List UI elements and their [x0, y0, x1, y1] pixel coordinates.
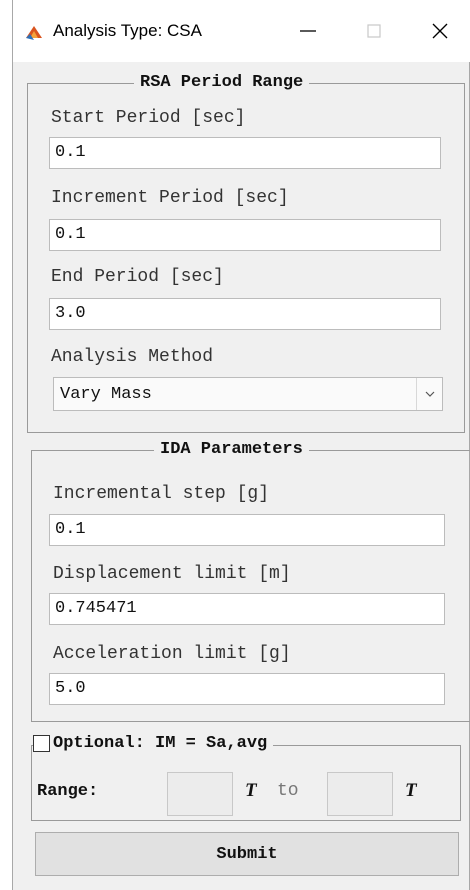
end-period-input[interactable]: 3.0: [49, 298, 441, 330]
matlab-logo-icon: [26, 26, 42, 40]
range-label: Range:: [37, 782, 99, 801]
minimize-button[interactable]: [285, 8, 331, 54]
t-symbol-start: T: [245, 780, 257, 801]
analysis-method-select[interactable]: Vary Mass: [53, 377, 443, 411]
acceleration-limit-input[interactable]: 5.0: [49, 673, 445, 705]
increment-period-label: Increment Period [sec]: [51, 188, 289, 208]
incremental-step-label: Incremental step [g]: [53, 484, 270, 504]
close-icon: [432, 23, 448, 39]
start-period-label: Start Period [sec]: [51, 108, 246, 128]
optional-im-header: Optional: IM = Sa,avg: [33, 734, 274, 753]
chevron-down-icon: [425, 391, 434, 397]
ida-group-title: IDA Parameters: [154, 440, 309, 460]
dropdown-arrow-button[interactable]: [416, 378, 442, 410]
optional-im-title: Optional: IM = Sa,avg: [53, 734, 268, 753]
range-end-input[interactable]: [327, 772, 393, 816]
end-period-label: End Period [sec]: [51, 267, 224, 287]
minimize-icon: [300, 30, 316, 32]
close-button[interactable]: [417, 8, 463, 54]
maximize-icon: [367, 24, 381, 38]
window-title: Analysis Type: CSA: [53, 21, 202, 40]
optional-im-checkbox[interactable]: [33, 735, 50, 752]
to-label: to: [277, 781, 299, 801]
start-period-input[interactable]: 0.1: [49, 137, 441, 169]
t-symbol-end: T: [405, 780, 417, 801]
dialog-window: Analysis Type: CSA RSA Period Range Star…: [12, 0, 470, 890]
submit-button[interactable]: Submit: [35, 832, 459, 876]
title-bar: Analysis Type: CSA: [13, 0, 470, 62]
incremental-step-input[interactable]: 0.1: [49, 514, 445, 546]
increment-period-input[interactable]: 0.1: [49, 219, 441, 251]
range-start-input[interactable]: [167, 772, 233, 816]
analysis-method-value: Vary Mass: [60, 384, 152, 404]
acceleration-limit-label: Acceleration limit [g]: [53, 644, 291, 664]
displacement-limit-input[interactable]: 0.745471: [49, 593, 445, 625]
rsa-group-title: RSA Period Range: [134, 73, 310, 93]
displacement-limit-label: Displacement limit [m]: [53, 564, 291, 584]
maximize-button[interactable]: [351, 8, 397, 54]
analysis-method-label: Analysis Method: [51, 347, 214, 367]
